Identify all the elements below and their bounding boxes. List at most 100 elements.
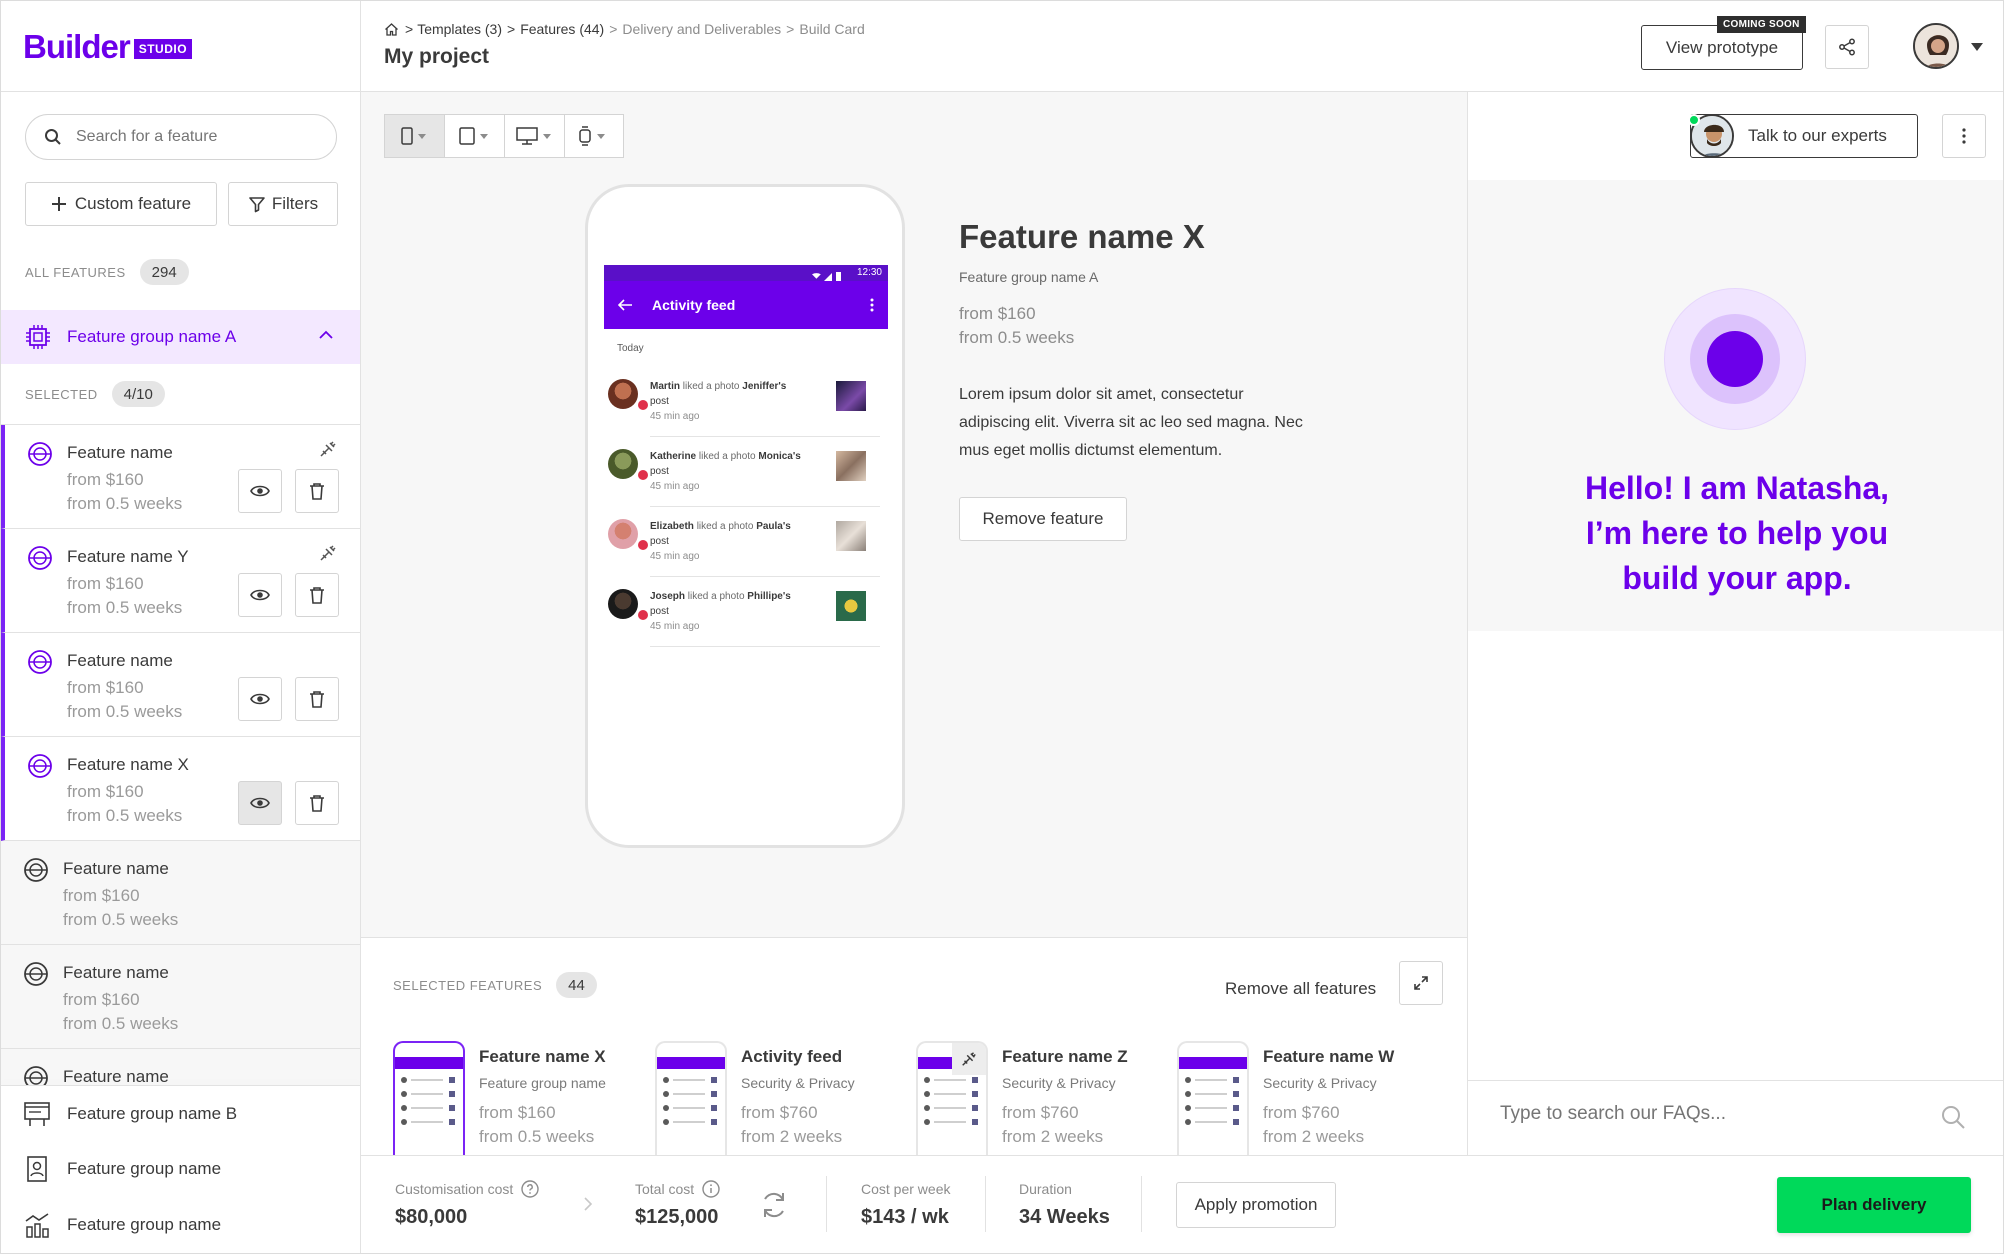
activity-text: Martin liked a photo Jeniffer's post [650,379,810,409]
remove-all-features-link[interactable]: Remove all features [1225,979,1376,999]
feature-price: from $160 [67,678,144,697]
card-price: from $760 [1263,1103,1340,1122]
trash-icon [309,482,325,500]
card-price: from $760 [1002,1103,1079,1122]
selected-feature-card[interactable]: Feature name W Security & Privacy from $… [1177,1041,1427,1159]
plan-delivery-button[interactable]: Plan delivery [1777,1177,1971,1233]
globe-icon [27,753,53,779]
share-button[interactable] [1825,25,1869,69]
all-features-label: ALL FEATURES [25,264,126,280]
selected-feature-card[interactable]: Activity feed Security & Privacy from $7… [655,1041,905,1159]
breadcrumb-sep: > [609,21,618,37]
breadcrumb-sep: > [786,21,795,37]
device-mobile-button[interactable] [385,115,445,157]
feature-item[interactable]: Feature name from $160 from 0.5 weeks [1,841,360,945]
photo-thumbnail [836,521,866,551]
preview-button[interactable] [238,469,282,513]
selected-feature-card[interactable]: Feature name Z Security & Privacy from $… [916,1041,1166,1159]
cost-per-week-value: $143 / wk [861,1206,949,1228]
home-icon[interactable] [384,22,399,37]
selected-row: SELECTED 4/10 [25,381,165,407]
feature-price: from $160 [63,990,140,1009]
chevron-up-icon[interactable] [319,330,333,340]
heart-badge-icon [638,610,648,620]
custom-feature-label: Custom feature [74,194,192,213]
info-icon[interactable] [702,1180,720,1198]
feature-item[interactable]: Feature name from $160 from 0.5 weeks [1,425,360,529]
feature-item[interactable]: Feature name from $160 from 0.5 weeks [1,945,360,1049]
remove-feature-label: Remove feature [982,509,1104,528]
talk-to-experts-button[interactable]: Talk to our experts [1690,114,1918,158]
delete-button[interactable] [295,677,339,721]
breadcrumb-templates[interactable]: Templates (3) [417,21,502,37]
feature-item[interactable]: Feature name [1,1049,360,1085]
activity-target: Phillipe's [747,591,791,602]
customisation-cost-value: $80,000 [395,1206,468,1228]
filters-button[interactable]: Filters [228,182,338,226]
logo[interactable]: Builder STUDIO [23,27,193,67]
feature-group-item[interactable]: Feature group name [1,1141,360,1197]
remove-feature-button[interactable]: Remove feature [959,497,1127,541]
customisation-cost-label: Customisation cost [395,1181,514,1197]
feature-group-a[interactable]: Feature group name A [1,310,360,364]
online-indicator [1688,114,1700,126]
all-features-row: ALL FEATURES 294 [25,259,189,285]
breadcrumb-build-card[interactable]: Build Card [799,21,864,37]
trash-icon [309,690,325,708]
avatar [608,379,638,409]
search-icon[interactable] [1940,1104,1966,1130]
activity-action: liked a photo [696,521,754,532]
help-icon[interactable] [521,1180,539,1198]
page-title: My project [384,45,490,68]
device-switcher [384,114,624,158]
cost-per-week-label: Cost per week [861,1181,951,1197]
photo-thumbnail [836,591,866,621]
device-watch-button[interactable] [565,115,623,157]
breadcrumb-sep: > [507,21,516,37]
logo-badge: STUDIO [133,39,193,59]
device-tablet-button[interactable] [445,115,505,157]
device-desktop-button[interactable] [505,115,565,157]
breadcrumb-delivery[interactable]: Delivery and Deliverables [622,21,781,37]
feature-item[interactable]: Feature name X from $160 from 0.5 weeks [1,737,360,841]
apply-promotion-label: Apply promotion [1194,1195,1318,1214]
feature-name: Feature name [63,859,169,878]
feature-search-input[interactable] [76,128,316,146]
apply-promotion-button[interactable]: Apply promotion [1176,1182,1336,1228]
preview-button-active[interactable] [238,781,282,825]
expand-button[interactable] [1399,961,1443,1005]
selected-features-label: SELECTED FEATURES [393,977,543,993]
custom-feature-button[interactable]: Custom feature [25,182,217,226]
selected-feature-card[interactable]: Feature name X Feature group name from $… [393,1041,643,1159]
feature-group-item[interactable]: Feature group name [1,1197,360,1253]
phone-app-bar: Activity feed [604,281,888,329]
divider [1,91,360,92]
mobile-icon [400,127,429,145]
preview-button[interactable] [238,677,282,721]
feature-search-box[interactable] [25,114,337,160]
assistant-greeting: Hello! I am Natasha, I’m here to help yo… [1468,466,2003,601]
card-title: Feature name Z [1002,1047,1128,1066]
feature-name: Feature name [67,443,173,462]
total-cost-value: $125,000 [635,1206,719,1228]
faq-search-input[interactable] [1500,1094,1920,1134]
feature-item[interactable]: Feature name Y from $160 from 0.5 weeks [1,529,360,633]
feature-group-b[interactable]: Feature group name B [1,1086,360,1142]
user-avatar[interactable] [1913,23,1959,69]
feature-detail-title: Feature name X [959,218,1205,255]
more-options-button[interactable] [1942,114,1986,158]
more-vertical-icon [870,298,874,312]
delete-button[interactable] [295,469,339,513]
breadcrumb-features[interactable]: Features (44) [520,21,604,37]
delete-button[interactable] [295,573,339,617]
activity-item: Martin liked a photo Jeniffer's post 45 m… [596,367,880,437]
phone-status-bar: 12:30 [604,265,888,281]
trash-icon [309,586,325,604]
refresh-icon[interactable] [757,1188,791,1222]
feature-item[interactable]: Feature name from $160 from 0.5 weeks [1,633,360,737]
activity-target: Paula's [756,521,791,532]
delete-button[interactable] [295,781,339,825]
feature-weeks: from 0.5 weeks [67,806,183,825]
caret-down-icon[interactable] [1971,43,1983,51]
preview-button[interactable] [238,573,282,617]
